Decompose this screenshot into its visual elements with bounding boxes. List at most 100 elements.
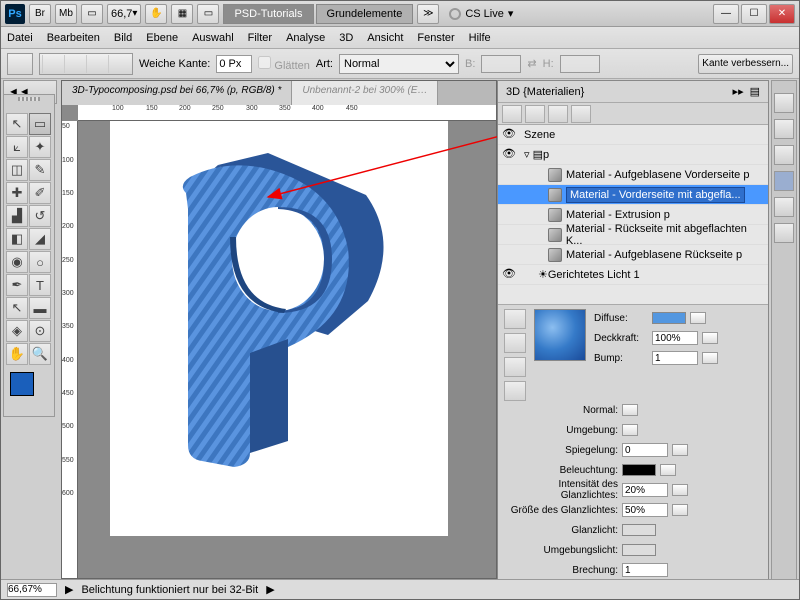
- menu-bild[interactable]: Bild: [114, 32, 132, 44]
- document-tab-1[interactable]: 3D-Typocomposing.psd bei 66,7% (p, RGB/8…: [62, 81, 292, 105]
- screen-mode-icon[interactable]: ▭: [197, 4, 219, 24]
- titlebar: Ps Br Mb ▭ 66,7 ▾ ✋ ▦ ▭ PSD-Tutorials Gr…: [1, 1, 799, 27]
- height-input: [560, 55, 600, 73]
- blur-tool-icon[interactable]: ◉: [6, 251, 28, 273]
- path-select-icon[interactable]: ↖: [6, 297, 28, 319]
- scene-tree[interactable]: 👁Szene 👁▿ ▤ p Material - Aufgeblasene Vo…: [498, 125, 768, 305]
- canvas-area: 3D-Typocomposing.psd bei 66,7% (p, RGB/8…: [61, 80, 497, 579]
- ambient-swatch[interactable]: [622, 544, 656, 556]
- opacity-texture-icon[interactable]: [702, 332, 718, 344]
- dock-color-icon[interactable]: [774, 93, 794, 113]
- reflection-texture-icon[interactable]: [672, 444, 688, 456]
- shape-tool-icon[interactable]: ▬: [29, 297, 51, 319]
- dock-layers-icon[interactable]: [774, 145, 794, 165]
- menu-3d[interactable]: 3D: [339, 32, 353, 44]
- menu-fenster[interactable]: Fenster: [417, 32, 454, 44]
- workspace-more-icon[interactable]: ≫: [417, 4, 439, 24]
- illumination-swatch[interactable]: [622, 464, 656, 476]
- illumination-texture-icon[interactable]: [660, 464, 676, 476]
- dock-3d-icon[interactable]: [774, 171, 794, 191]
- zoom-dropdown[interactable]: 66,7 ▾: [107, 4, 141, 24]
- menu-ansicht[interactable]: Ansicht: [367, 32, 403, 44]
- panel-collapse-icon[interactable]: ▸▸: [733, 85, 744, 98]
- material-drop-icon[interactable]: [504, 333, 526, 353]
- gloss-size-input[interactable]: [622, 503, 668, 517]
- panel-title[interactable]: 3D {Materialien}: [506, 86, 584, 98]
- minimize-button[interactable]: —: [713, 4, 739, 24]
- stamp-tool-icon[interactable]: ▟: [6, 205, 28, 227]
- eyedropper-tool-icon[interactable]: ✎: [29, 159, 51, 181]
- gloss-texture-icon[interactable]: [672, 484, 688, 496]
- bump-texture-icon[interactable]: [702, 352, 718, 364]
- gradient-tool-icon[interactable]: ◢: [29, 228, 51, 250]
- normal-texture-icon[interactable]: [622, 404, 638, 416]
- feather-input[interactable]: [216, 55, 252, 73]
- workspace-tab-psd-tutorials[interactable]: PSD-Tutorials: [223, 4, 313, 24]
- menu-ebene[interactable]: Ebene: [146, 32, 178, 44]
- gloss-size-texture-icon[interactable]: [672, 504, 688, 516]
- width-input: [481, 55, 521, 73]
- menu-analyse[interactable]: Analyse: [286, 32, 325, 44]
- move-tool-icon[interactable]: ↖: [6, 113, 28, 135]
- dodge-tool-icon[interactable]: ○: [29, 251, 51, 273]
- tool-preset-icon[interactable]: [7, 53, 33, 75]
- document-tab-2[interactable]: Unbenannt-2 bei 300% (E…: [292, 81, 438, 105]
- wand-tool-icon[interactable]: ✦: [29, 136, 51, 158]
- menu-hilfe[interactable]: Hilfe: [469, 32, 491, 44]
- menu-datei[interactable]: Datei: [7, 32, 33, 44]
- specular-swatch[interactable]: [622, 524, 656, 536]
- menu-bearbeiten[interactable]: Bearbeiten: [47, 32, 100, 44]
- material-new-icon[interactable]: [504, 381, 526, 401]
- bump-input[interactable]: [652, 351, 698, 365]
- maximize-button[interactable]: ☐: [741, 4, 767, 24]
- panel-menu-icon[interactable]: ▤: [750, 85, 760, 98]
- reflection-input[interactable]: [622, 443, 668, 457]
- minibridge-icon[interactable]: Mb: [55, 4, 77, 24]
- filter-lights-icon[interactable]: [571, 105, 591, 123]
- refine-edge-button[interactable]: Kante verbessern...: [698, 54, 793, 74]
- menu-auswahl[interactable]: Auswahl: [192, 32, 234, 44]
- material-load-icon[interactable]: [504, 357, 526, 377]
- zoom-tool-icon[interactable]: 🔍: [29, 343, 51, 365]
- type-tool-icon[interactable]: T: [29, 274, 51, 296]
- marquee-tool-icon[interactable]: ▭: [29, 113, 51, 135]
- lasso-tool-icon[interactable]: ⟀: [6, 136, 28, 158]
- selection-mode-group[interactable]: [39, 53, 133, 75]
- diffuse-swatch[interactable]: [652, 312, 686, 324]
- material-picker-icon[interactable]: [504, 309, 526, 329]
- material-preview-sphere[interactable]: [534, 309, 586, 361]
- history-brush-icon[interactable]: ↺: [29, 205, 51, 227]
- hand-tool-icon[interactable]: ✋: [6, 343, 28, 365]
- diffuse-texture-icon[interactable]: [690, 312, 706, 324]
- menu-filter[interactable]: Filter: [248, 32, 272, 44]
- eraser-tool-icon[interactable]: ◧: [6, 228, 28, 250]
- refraction-input[interactable]: [622, 563, 668, 577]
- canvas[interactable]: +: [78, 121, 496, 578]
- gloss-intensity-input[interactable]: [622, 483, 668, 497]
- filter-mesh-icon[interactable]: [525, 105, 545, 123]
- close-button[interactable]: ✕: [769, 4, 795, 24]
- status-zoom-input[interactable]: [7, 583, 57, 597]
- hand-tool-icon[interactable]: ✋: [145, 4, 167, 24]
- dock-adjust-icon[interactable]: [774, 197, 794, 217]
- view-extras-icon[interactable]: ▭: [81, 4, 103, 24]
- heal-tool-icon[interactable]: ✚: [6, 182, 28, 204]
- color-swatches[interactable]: [10, 372, 50, 410]
- cs-live-label[interactable]: CS Live: [465, 8, 504, 20]
- brush-tool-icon[interactable]: ✐: [29, 182, 51, 204]
- 3d-tool-icon[interactable]: ◈: [6, 320, 28, 342]
- environment-texture-icon[interactable]: [622, 424, 638, 436]
- dock-history-icon[interactable]: [774, 223, 794, 243]
- dock-swatches-icon[interactable]: [774, 119, 794, 139]
- workspace-tab-grundelemente[interactable]: Grundelemente: [316, 4, 414, 24]
- crop-tool-icon[interactable]: ◫: [6, 159, 28, 181]
- bridge-icon[interactable]: Br: [29, 4, 51, 24]
- 3d-camera-icon[interactable]: ⊙: [29, 320, 51, 342]
- arrange-icon[interactable]: ▦: [171, 4, 193, 24]
- opacity-input[interactable]: [652, 331, 698, 345]
- filter-materials-icon[interactable]: [548, 105, 568, 123]
- filter-scene-icon[interactable]: [502, 105, 522, 123]
- foreground-swatch[interactable]: [10, 372, 34, 396]
- art-select[interactable]: Normal: [339, 54, 459, 74]
- pen-tool-icon[interactable]: ✒: [6, 274, 28, 296]
